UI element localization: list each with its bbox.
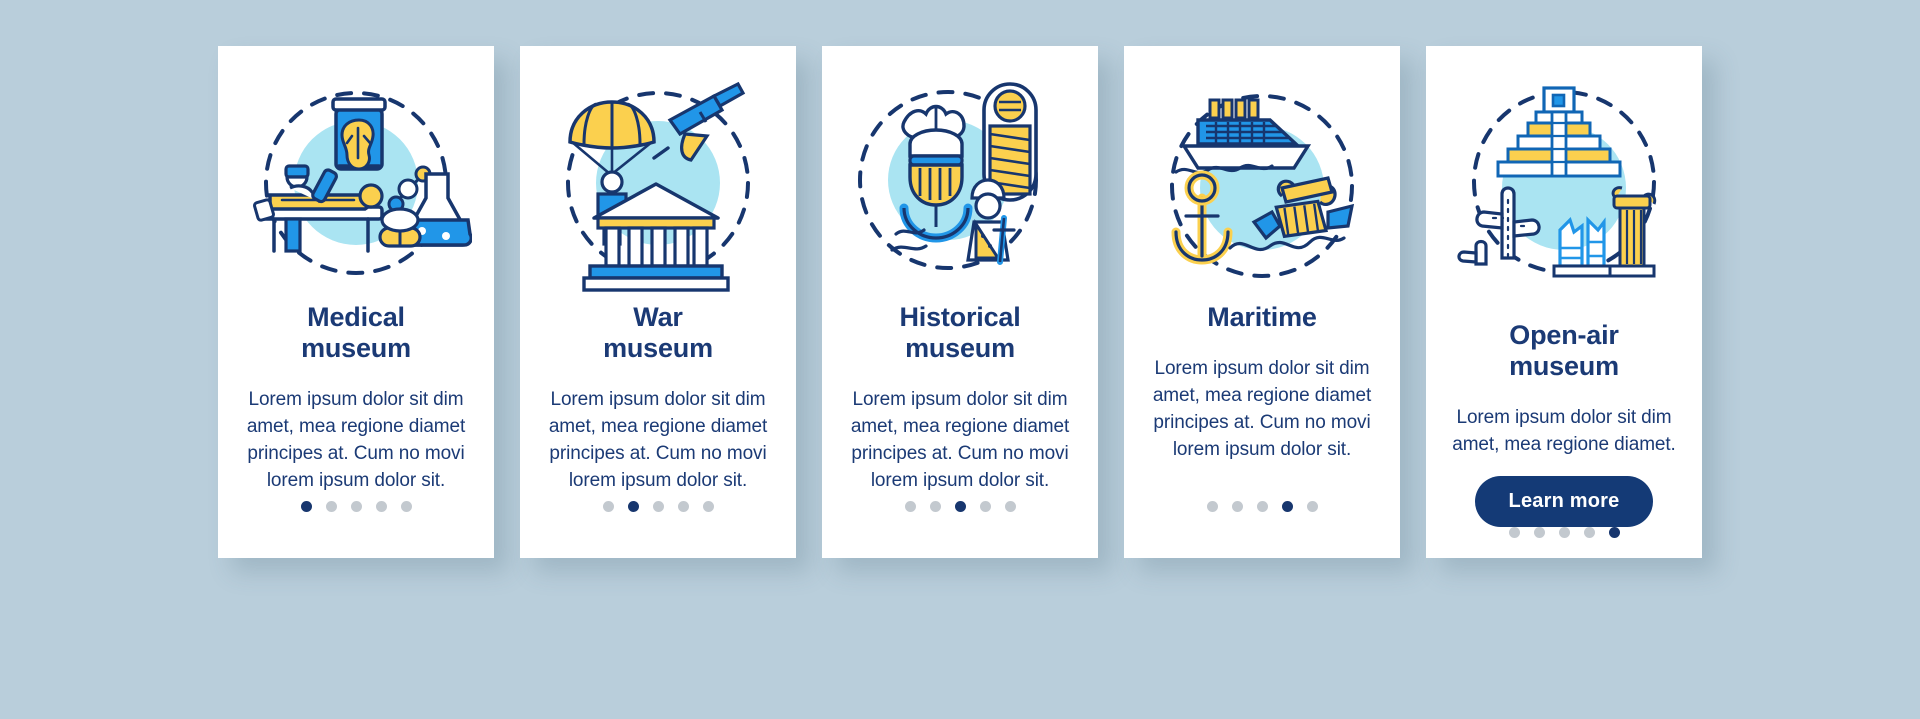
historical-museum-icon [844, 70, 1076, 296]
pagination-dot-1-active[interactable] [300, 501, 312, 512]
pagination-dot-4-active[interactable] [1281, 501, 1293, 512]
onboarding-card-list: Medical museum Lorem ipsum dolor sit dim … [0, 0, 1920, 719]
card-body-text: Lorem ipsum dolor sit dim amet, mea regi… [548, 389, 768, 491]
pagination-dot-3-active[interactable] [954, 501, 966, 512]
onboarding-card-war-museum: War museum Lorem ipsum dolor sit dim amet… [520, 46, 796, 558]
open-air-museum-icon [1448, 70, 1680, 296]
card-body-text: Lorem ipsum dolor sit dim amet, mea regi… [246, 389, 466, 491]
medical-museum-icon [240, 70, 472, 296]
pagination-dots [300, 501, 412, 512]
card-title: Maritime [1207, 302, 1317, 332]
card-body-text: Lorem ipsum dolor sit dim amet, mea regi… [850, 389, 1070, 491]
pagination-dot-2-active[interactable] [627, 501, 639, 512]
pagination-dot-4[interactable] [375, 501, 387, 512]
pagination-dot-4[interactable] [979, 501, 991, 512]
war-museum-icon [542, 70, 774, 296]
pagination-dot-1[interactable] [1508, 527, 1520, 538]
pagination-dots [904, 501, 1016, 512]
pagination-dot-4[interactable] [677, 501, 689, 512]
card-title: Open-air museum [1509, 320, 1619, 381]
pagination-dot-5-active[interactable] [1608, 527, 1620, 538]
card-title: Medical museum [301, 302, 411, 363]
pagination-dot-1[interactable] [602, 501, 614, 512]
pagination-dot-5[interactable] [702, 501, 714, 512]
pagination-dots [1206, 501, 1318, 512]
card-title: Historical museum [899, 302, 1021, 363]
onboarding-card-maritime: Maritime Lorem ipsum dolor sit dim amet, … [1124, 46, 1400, 558]
onboarding-card-open-air-museum: Open-air museum Lorem ipsum dolor sit dim… [1426, 46, 1702, 558]
card-body-text: Lorem ipsum dolor sit dim amet, mea regi… [1152, 358, 1372, 460]
onboarding-screens-stage: Medical museum Lorem ipsum dolor sit dim … [0, 0, 1920, 719]
card-body-text: Lorem ipsum dolor sit dim amet, mea regi… [1452, 407, 1676, 455]
learn-more-button[interactable]: Learn more [1474, 476, 1654, 527]
pagination-dot-1[interactable] [1206, 501, 1218, 512]
pagination-dot-2[interactable] [1231, 501, 1243, 512]
onboarding-card-historical-museum: Historical museum Lorem ipsum dolor sit d… [822, 46, 1098, 558]
pagination-dot-2[interactable] [325, 501, 337, 512]
pagination-dot-3[interactable] [652, 501, 664, 512]
pagination-dot-1[interactable] [904, 501, 916, 512]
pagination-dot-3[interactable] [1558, 527, 1570, 538]
pagination-dot-4[interactable] [1583, 527, 1595, 538]
pagination-dot-5[interactable] [1004, 501, 1016, 512]
maritime-icon [1146, 70, 1378, 296]
pagination-dots [602, 501, 714, 512]
pagination-dot-5[interactable] [1306, 501, 1318, 512]
pagination-dot-3[interactable] [350, 501, 362, 512]
pagination-dot-5[interactable] [400, 501, 412, 512]
pagination-dot-2[interactable] [1533, 527, 1545, 538]
card-title: War museum [603, 302, 713, 363]
pagination-dot-2[interactable] [929, 501, 941, 512]
pagination-dot-3[interactable] [1256, 501, 1268, 512]
onboarding-card-medical-museum: Medical museum Lorem ipsum dolor sit dim … [218, 46, 494, 558]
pagination-dots [1508, 527, 1620, 538]
